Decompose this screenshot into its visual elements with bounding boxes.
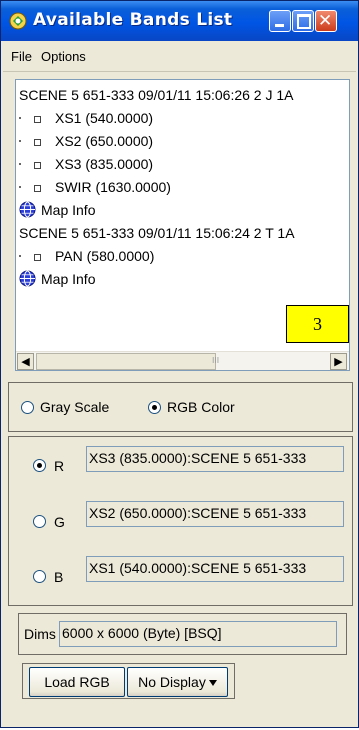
available-bands-window: Available Bands List ✕ File Options SCEN…	[0, 0, 359, 728]
b-channel-field[interactable]: XS1 (540.0000):SCENE 5 651-333	[86, 556, 344, 582]
gray-scale-label[interactable]: Gray Scale	[40, 399, 109, 415]
minimize-button[interactable]	[269, 10, 291, 32]
window-title: Available Bands List	[33, 10, 233, 30]
rgb-channel-group: R XS3 (835.0000):SCENE 5 651-333 G XS2 (…	[8, 436, 353, 606]
close-icon: ✕	[318, 11, 333, 31]
scene-label: SCENE 5 651-333 09/01/11 15:06:24 2 T 1A	[19, 225, 295, 241]
envi-app-icon	[9, 12, 27, 30]
load-actions-group: Load RGB No Display	[22, 663, 235, 699]
r-channel-field[interactable]: XS3 (835.0000):SCENE 5 651-333	[86, 446, 344, 472]
close-button[interactable]: ✕	[315, 10, 337, 32]
title-bar[interactable]: Available Bands List ✕	[1, 1, 358, 41]
menu-file[interactable]: File	[11, 49, 32, 64]
dims-label: Dims	[24, 626, 56, 642]
chevron-down-icon	[208, 680, 217, 687]
dims-group: Dims 6000 x 6000 (Byte) [BSQ]	[18, 613, 347, 655]
dims-field: 6000 x 6000 (Byte) [BSQ]	[59, 621, 337, 647]
display-dropdown-label: No Display	[138, 674, 206, 690]
menu-bar: File Options	[3, 41, 356, 72]
r-channel-radio[interactable]	[33, 459, 46, 472]
color-mode-group: Gray Scale RGB Color	[8, 382, 353, 432]
maximize-icon	[297, 14, 311, 29]
r-channel-label[interactable]: R	[54, 458, 64, 474]
tree-line	[19, 117, 21, 119]
scene-label: SCENE 5 651-333 09/01/11 15:06:26 2 J 1A	[19, 87, 294, 103]
globe-icon	[19, 201, 36, 218]
g-channel-label[interactable]: G	[54, 514, 65, 530]
g-channel-field[interactable]: XS2 (650.0000):SCENE 5 651-333	[86, 501, 344, 527]
band-label: XS3 (835.0000)	[55, 156, 154, 172]
minimize-icon	[275, 24, 284, 27]
tree-line	[19, 140, 21, 142]
scroll-left-button[interactable]: ◀	[17, 353, 34, 370]
band-label: SWIR (1630.0000)	[55, 179, 171, 195]
tree-line	[19, 186, 21, 188]
band-list[interactable]: SCENE 5 651-333 09/01/11 15:06:26 2 J 1A…	[15, 79, 350, 371]
rgb-color-radio[interactable]	[148, 401, 161, 414]
radio-selected-dot	[37, 463, 42, 468]
band-icon	[34, 254, 41, 261]
map-info-label: Map Info	[41, 271, 96, 287]
tree-line	[19, 163, 21, 165]
display-dropdown[interactable]: No Display	[127, 667, 228, 697]
band-icon	[34, 185, 41, 192]
load-rgb-button[interactable]: Load RGB	[29, 667, 125, 697]
b-channel-radio[interactable]	[33, 570, 46, 583]
band-label: XS2 (650.0000)	[55, 133, 154, 149]
menu-options[interactable]: Options	[41, 49, 86, 64]
tree-line	[19, 255, 21, 257]
scroll-grip: III	[212, 356, 220, 365]
chevron-right-icon: ▶	[334, 355, 343, 368]
band-label: PAN (580.0000)	[55, 248, 155, 264]
b-channel-label[interactable]: B	[54, 569, 63, 585]
band-label: XS1 (540.0000)	[55, 110, 154, 126]
radio-selected-dot	[152, 405, 157, 410]
band-icon	[34, 116, 41, 123]
horizontal-scrollbar[interactable]: ◀ ▶ III	[16, 351, 349, 370]
annotation-badge: 3	[286, 305, 349, 343]
gray-scale-radio[interactable]	[21, 401, 34, 414]
rgb-color-label[interactable]: RGB Color	[167, 399, 235, 415]
band-icon	[34, 162, 41, 169]
map-info-label: Map Info	[41, 202, 96, 218]
scroll-thumb[interactable]	[36, 353, 216, 370]
chevron-left-icon: ◀	[21, 355, 30, 368]
scroll-right-button[interactable]: ▶	[330, 353, 347, 370]
maximize-button[interactable]	[292, 10, 314, 32]
band-icon	[34, 139, 41, 146]
globe-icon	[19, 270, 36, 287]
load-rgb-label: Load RGB	[44, 674, 110, 690]
g-channel-radio[interactable]	[33, 515, 46, 528]
